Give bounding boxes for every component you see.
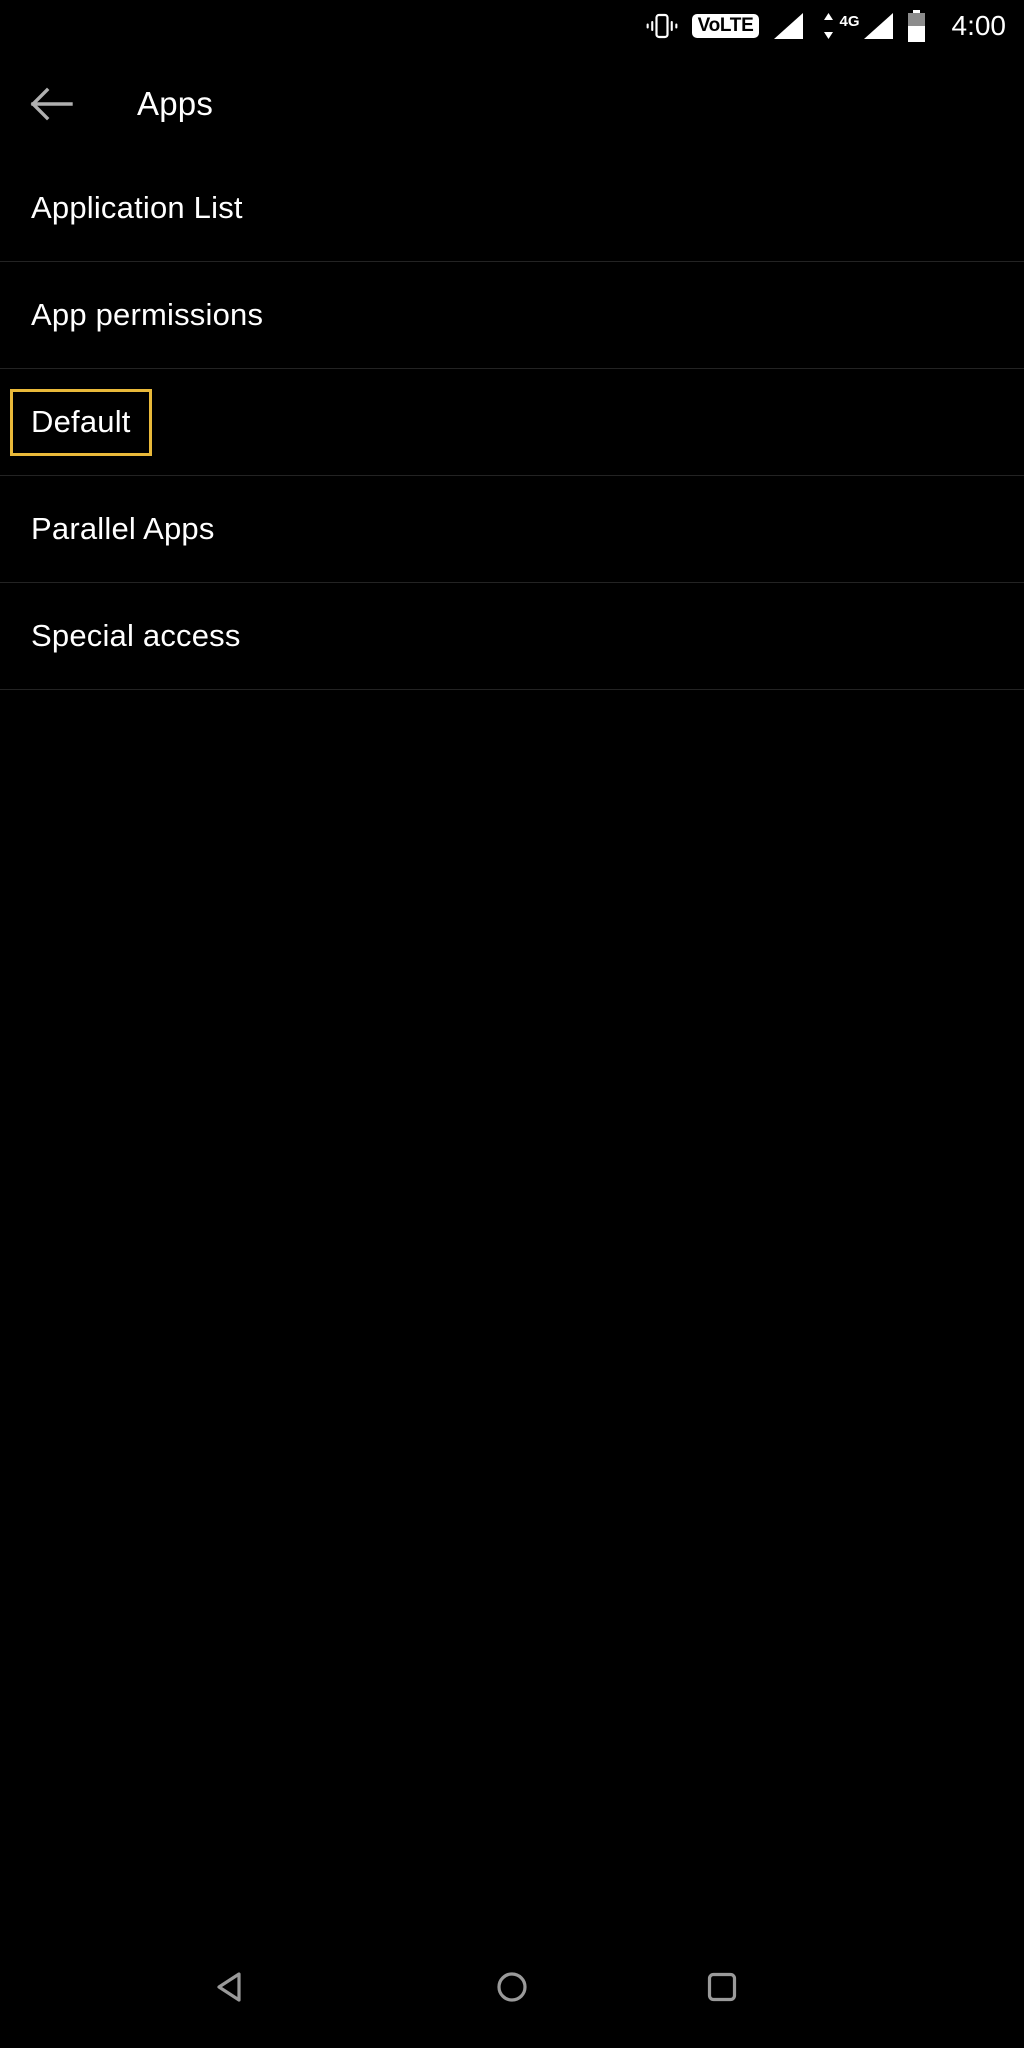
nav-recents-button[interactable]: [669, 1934, 775, 2040]
back-button[interactable]: [0, 52, 104, 156]
list-item-parallel-apps[interactable]: Parallel Apps: [0, 476, 1024, 583]
list-item-label: App permissions: [31, 297, 264, 332]
volte-prefix-label: Vo: [697, 15, 721, 36]
list-item-label: Parallel Apps: [31, 511, 215, 546]
phone-screen: Vo LTE 4G 4:00 Apps Application List App…: [0, 0, 1024, 2048]
status-bar: Vo LTE 4G 4:00: [0, 0, 1024, 52]
network-generation-label: 4G: [839, 12, 860, 30]
navigation-bar: [0, 1926, 1024, 2048]
list-item-application-list[interactable]: Application List: [0, 155, 1024, 262]
list-item-app-permissions[interactable]: App permissions: [0, 262, 1024, 369]
page-title: Apps: [137, 85, 214, 122]
volte-badge: Vo LTE: [691, 14, 760, 38]
nav-home-button[interactable]: [459, 1934, 565, 2040]
app-bar: Apps: [0, 52, 1024, 156]
status-bar-clock: 4:00: [951, 10, 1007, 41]
list-item-special-access[interactable]: Special access: [0, 583, 1024, 690]
list-item-label: Application List: [31, 190, 243, 225]
list-item-label: Default: [10, 388, 152, 456]
list-item-label: Special access: [31, 618, 241, 653]
signal-bars-icon-sim2: [862, 11, 894, 41]
vibrate-icon: [645, 9, 679, 43]
settings-list: Application List App permissions Default…: [0, 155, 1024, 690]
list-item-default[interactable]: Default: [0, 369, 1024, 476]
nav-back-button[interactable]: [179, 1934, 285, 2040]
volte-suffix-label: LTE: [719, 15, 754, 36]
signal-bars-icon-sim1: [772, 11, 804, 41]
data-transfer-arrows-icon: [817, 12, 836, 40]
battery-half-icon: [907, 10, 926, 42]
